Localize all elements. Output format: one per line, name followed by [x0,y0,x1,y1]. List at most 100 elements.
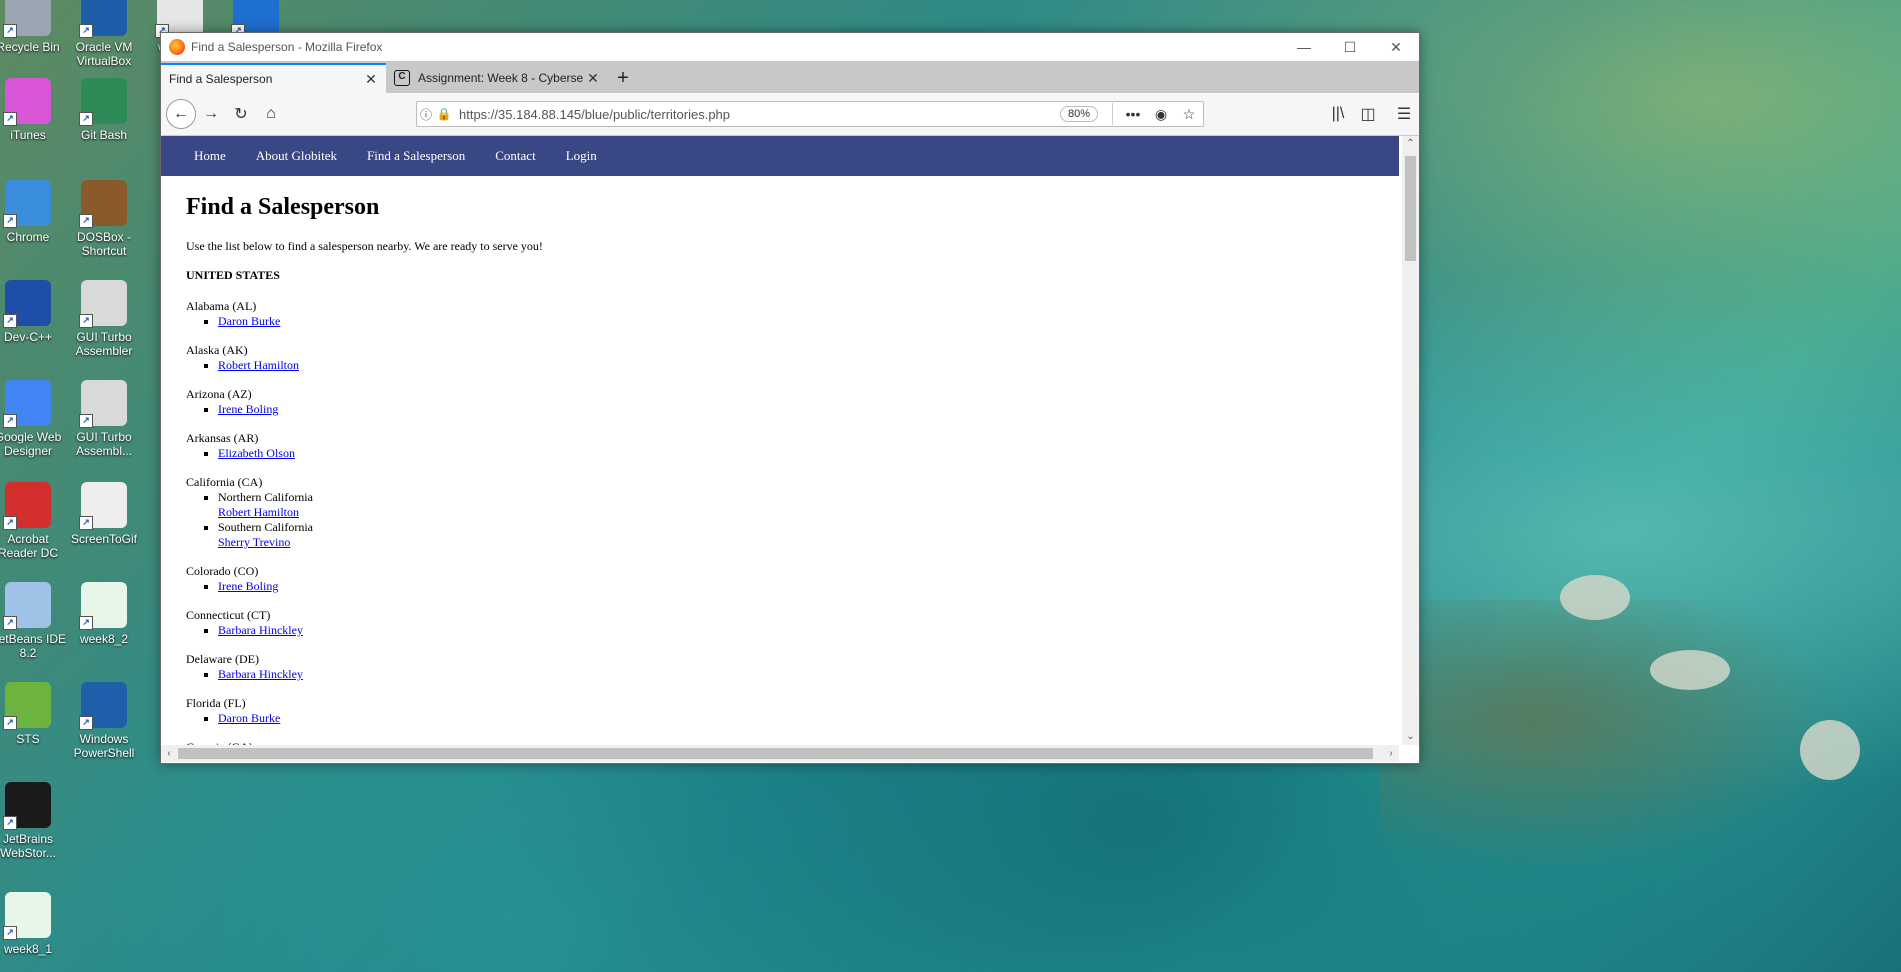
salesperson-link[interactable]: Elizabeth Olson [218,446,295,460]
desktop-icon[interactable]: ↗ Recycle Bin [0,0,67,54]
salesperson-list: Northern CaliforniaRobert HamiltonSouthe… [186,490,1399,550]
desktop-icon[interactable]: ↗ Chrome [0,180,67,244]
salesperson-link[interactable]: Daron Burke [218,711,280,725]
desktop-icon[interactable]: ↗ week8_2 [65,582,143,646]
list-item: Robert Hamilton [218,358,1399,373]
desktop-icon[interactable]: ↗ GUI Turbo Assembler [65,280,143,358]
shortcut-arrow-icon: ↗ [3,716,17,730]
sidebar-icon[interactable]: ◫ [1353,100,1383,128]
scroll-down-icon[interactable]: ⌄ [1402,729,1419,745]
tab-find-salesperson[interactable]: Find a Salesperson ✕ [161,63,386,93]
desktop-icon[interactable]: ↗ Oracle VM VirtualBox [65,0,143,68]
shortcut-arrow-icon: ↗ [79,616,93,630]
new-tab-icon[interactable]: + [608,63,638,93]
state-name: Connecticut (CT) [186,608,271,622]
chrome-icon: ↗ [3,180,51,228]
hamburger-menu-icon[interactable]: ☰ [1389,100,1419,128]
scroll-left-icon[interactable]: ‹ [161,745,177,762]
recycle-bin-icon: ↗ [3,0,51,38]
salesperson-list: Irene Boling [186,402,1399,417]
desktop-icon[interactable]: ↗ DOSBox - Shortcut [65,180,143,258]
territory-list: Alabama (AL)Daron BurkeAlaska (AK)Robert… [186,299,1399,745]
nav-link-login[interactable]: Login [566,148,597,164]
video-file-icon: ↗ [3,892,51,940]
state-block: Arkansas (AR)Elizabeth Olson [186,431,1399,461]
page-content: Find a Salesperson Use the list below to… [161,194,1399,745]
salesperson-link[interactable]: Irene Boling [218,579,278,593]
desktop-icon[interactable]: ↗ Git Bash [65,78,143,142]
salesperson-list: Elizabeth Olson [186,446,1399,461]
url-bar[interactable]: ⓘ 🔒 https://35.184.88.145/blue/public/te… [416,101,1204,127]
state-name: Alabama (AL) [186,299,257,313]
desktop-icon[interactable]: ↗ ScreenToGif [65,482,143,546]
reload-icon[interactable]: ↻ [226,100,256,128]
pocket-icon[interactable]: ◉ [1147,106,1175,123]
info-icon[interactable]: ⓘ [417,106,435,123]
page-title: Find a Salesperson [186,194,380,220]
salesperson-link[interactable]: Sherry Trevino [218,535,290,549]
salesperson-link[interactable]: Barbara Hinckley [218,623,303,637]
home-icon[interactable]: ⌂ [256,100,286,128]
desktop-icon[interactable]: ↗ STS [0,682,67,746]
zoom-badge[interactable]: 80% [1059,106,1098,122]
scroll-up-icon[interactable]: ⌃ [1402,136,1419,152]
desktop-icon-label: Dev-C++ [3,330,53,344]
shortcut-arrow-icon: ↗ [3,112,17,126]
url-text[interactable]: https://35.184.88.145/blue/public/territ… [453,107,1060,122]
salesperson-list: Daron Burke [186,314,1399,329]
nav-link-about[interactable]: About Globitek [256,148,337,164]
desktop-icon[interactable]: ↗ NetBeans IDE 8.2 [0,582,67,660]
desktop-icon[interactable]: ↗ iTunes [0,78,67,142]
desktop-icon[interactable]: ↗ JetBrains WebStor... [0,782,67,860]
desktop-icon-label: STS [16,732,40,746]
vertical-scrollbar[interactable]: ⌃ ⌄ [1402,136,1419,745]
page-actions-icon[interactable]: ••• [1119,106,1147,122]
state-name: Arizona (AZ) [186,387,252,401]
salesperson-list: Daron Burke [186,711,1399,726]
desktop-icon[interactable]: ↗ Google Web Designer [0,380,67,458]
desktop-icon[interactable]: ↗ Windows PowerShell [65,682,143,760]
firefox-logo-icon [169,39,185,55]
nav-link-contact[interactable]: Contact [495,148,535,164]
google-web-designer-icon: ↗ [3,380,51,428]
horizontal-scroll-thumb[interactable] [178,748,1373,759]
salesperson-link[interactable]: Robert Hamilton [218,358,299,372]
desktop-icon-label: Recycle Bin [0,40,60,54]
salesperson-link[interactable]: Irene Boling [218,402,278,416]
vertical-scroll-thumb[interactable] [1405,156,1416,261]
site-nav: Home About Globitek Find a Salesperson C… [161,136,1399,176]
close-window-icon[interactable]: ✕ [1373,33,1419,61]
desktop-icon[interactable]: ↗ Dev-C++ [0,280,67,344]
desktop-icon-label: iTunes [10,128,46,142]
lock-warning-icon[interactable]: 🔒 [435,107,453,121]
close-tab-icon[interactable]: ✕ [586,70,600,87]
nav-link-home[interactable]: Home [194,148,226,164]
scroll-right-icon[interactable]: › [1383,745,1399,762]
shortcut-arrow-icon: ↗ [3,314,17,328]
salesperson-link[interactable]: Barbara Hinckley [218,667,303,681]
minimize-icon[interactable]: — [1281,33,1327,61]
back-arrow-icon[interactable]: ← [166,99,196,129]
navigation-toolbar: ← → ↻ ⌂ ⓘ 🔒 https://35.184.88.145/blue/p… [161,93,1419,136]
close-tab-icon[interactable]: ✕ [364,71,378,88]
bookmark-star-icon[interactable]: ☆ [1175,106,1203,123]
salesperson-link[interactable]: Robert Hamilton [218,505,299,519]
url-separator [1112,103,1113,125]
tab-label: Find a Salesperson [169,72,273,86]
shortcut-arrow-icon: ↗ [3,816,17,830]
state-name: Florida (FL) [186,696,246,710]
forward-arrow-icon[interactable]: → [196,100,226,128]
horizontal-scrollbar[interactable]: ‹ › [161,745,1399,762]
window-titlebar[interactable]: Find a Salesperson - Mozilla Firefox — ☐… [161,33,1419,61]
nav-link-find-salesperson[interactable]: Find a Salesperson [367,148,465,164]
salesperson-link[interactable]: Daron Burke [218,314,280,328]
list-item: Northern CaliforniaRobert Hamilton [218,490,1399,520]
tab-assignment[interactable]: C Assignment: Week 8 - Cyberse ✕ [386,63,608,93]
desktop-icon[interactable]: ↗ Acrobat Reader DC [0,482,67,560]
maximize-icon[interactable]: ☐ [1327,33,1373,61]
salesperson-list: Barbara Hinckley [186,623,1399,638]
state-block: Arizona (AZ)Irene Boling [186,387,1399,417]
library-icon[interactable]: ||\ [1323,100,1353,128]
desktop-icon[interactable]: ↗ week8_1 [0,892,67,956]
desktop-icon[interactable]: ↗ GUI Turbo Assembl... [65,380,143,458]
